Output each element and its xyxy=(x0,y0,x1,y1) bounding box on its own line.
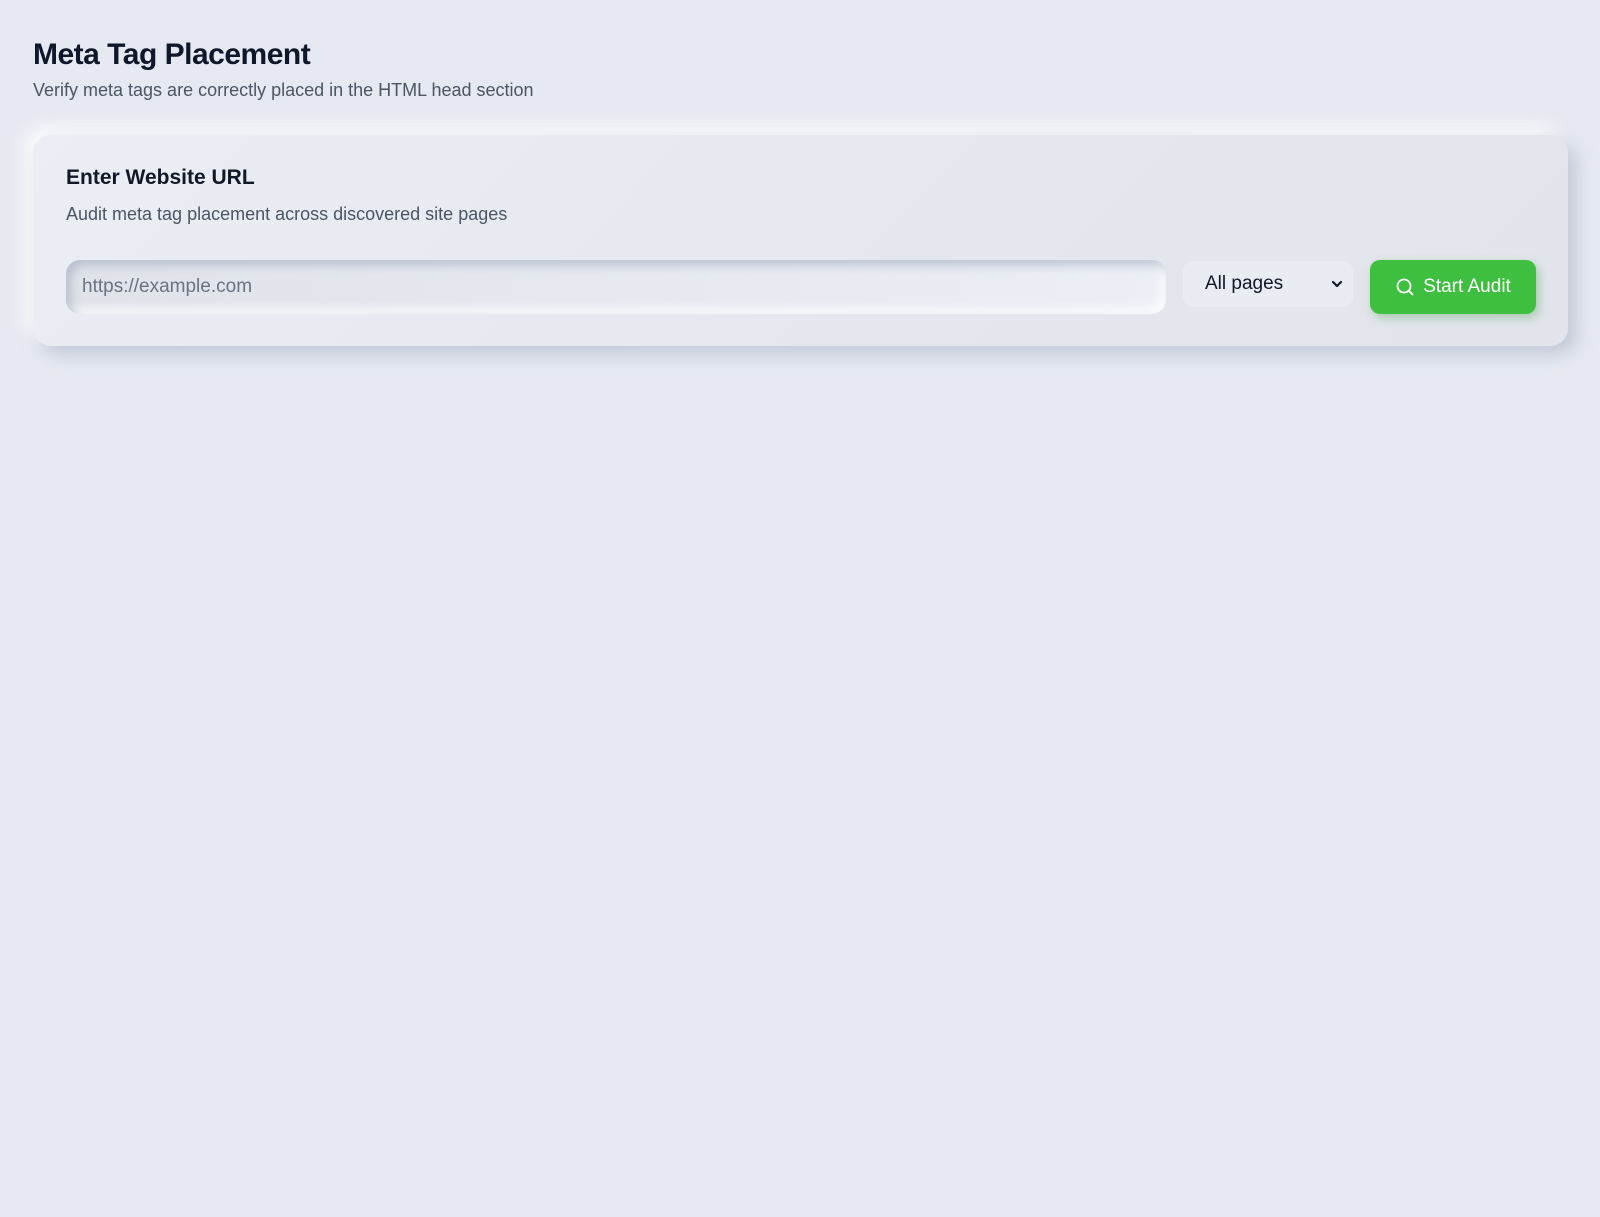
chevron-down-icon xyxy=(1329,276,1345,292)
card-description: Audit meta tag placement across discover… xyxy=(66,204,508,224)
page-title: Meta Tag Placement xyxy=(33,38,311,71)
url-entry-card: Enter Website URL Audit meta tag placeme… xyxy=(33,135,1568,346)
page-scope-selected-value: All pages xyxy=(1205,273,1284,294)
url-input[interactable] xyxy=(66,260,1166,314)
page-subtitle: Verify meta tags are correctly placed in… xyxy=(33,80,534,100)
page-scope-select[interactable]: All pages xyxy=(1183,261,1353,307)
search-icon xyxy=(1395,277,1415,297)
start-audit-label: Start Audit xyxy=(1423,276,1511,297)
start-audit-button[interactable]: Start Audit xyxy=(1370,260,1536,314)
page-header: Meta Tag Placement Verify meta tags are … xyxy=(33,36,534,102)
card-title: Enter Website URL xyxy=(66,166,255,189)
